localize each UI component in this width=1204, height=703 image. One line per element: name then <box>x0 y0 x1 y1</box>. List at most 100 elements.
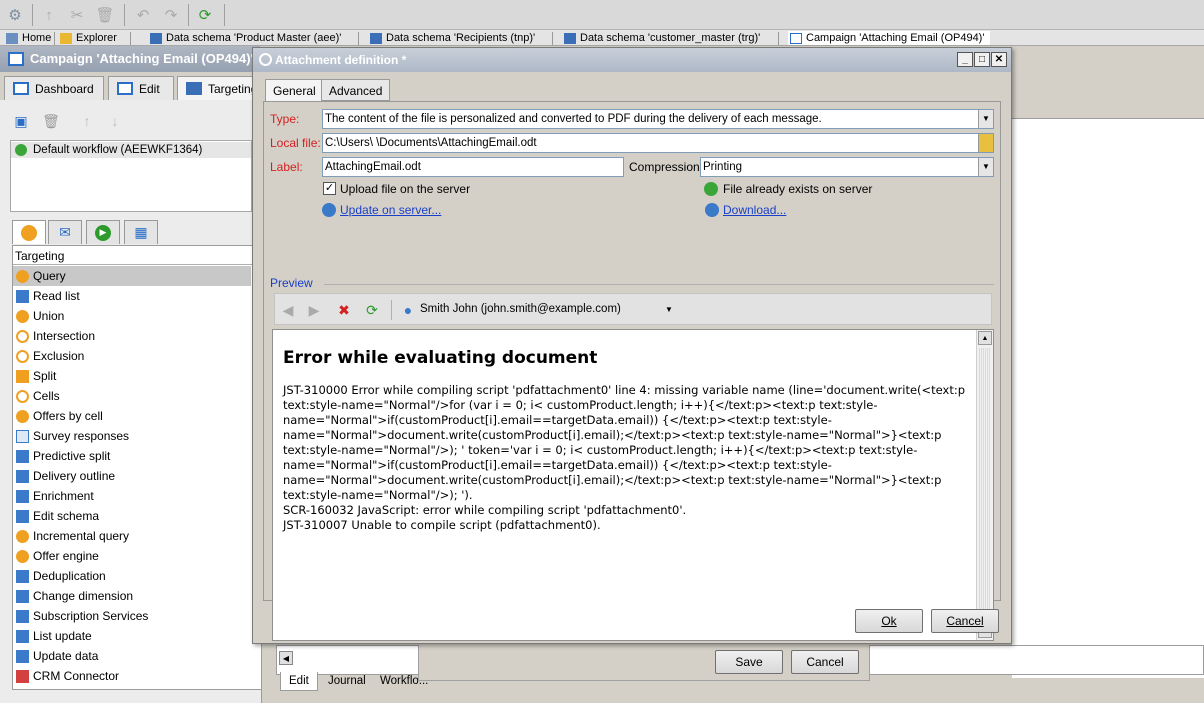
activity-exclusion[interactable]: Exclusion <box>13 346 251 366</box>
activity-label: Cells <box>33 389 60 403</box>
tab-separator <box>358 32 359 45</box>
activity-offer-engine[interactable]: Offer engine <box>13 546 251 566</box>
cancel-button[interactable]: Cancel <box>791 650 859 674</box>
compression-label: Compression: <box>629 160 704 174</box>
delete-icon[interactable]: 🗑 <box>94 4 116 26</box>
local-file-field[interactable]: C:\Users\ \Documents\AttachingEmail.odt <box>322 133 994 153</box>
upload-checkbox-label: Upload file on the server <box>340 182 471 196</box>
activity-read-list[interactable]: Read list <box>13 286 251 306</box>
download-link[interactable]: Download... <box>723 203 786 217</box>
move-icon[interactable]: ↑ <box>38 4 60 26</box>
enrichment-icon <box>16 490 29 503</box>
redo-icon[interactable]: ↷ <box>160 4 182 26</box>
activity-union[interactable]: Union <box>13 306 251 326</box>
activity-label: Offer engine <box>33 549 99 563</box>
tab-general[interactable]: General <box>265 79 324 102</box>
next-icon[interactable]: ▶ <box>305 301 323 319</box>
tab-advanced[interactable]: Advanced <box>321 79 391 101</box>
tab-explorer[interactable]: Explorer <box>58 31 117 45</box>
activity-list-update[interactable]: List update <box>13 626 251 646</box>
activity-delivery-outline[interactable]: Delivery outline <box>13 466 251 486</box>
scroll-up-icon[interactable]: ▲ <box>978 331 992 345</box>
error-line: name="Normal">if(customProduct[i].email=… <box>283 413 832 427</box>
toolbar-separator <box>224 4 225 26</box>
campaign-title: Campaign 'Attaching Email (OP494)' <box>30 51 254 66</box>
activity-change-dimension[interactable]: Change dimension <box>13 586 251 606</box>
activity-split[interactable]: Split <box>13 366 251 386</box>
activity-incremental-query[interactable]: Incremental query <box>13 526 251 546</box>
activity-intersection[interactable]: Intersection <box>13 326 251 346</box>
folder-icon[interactable] <box>978 134 993 152</box>
bottom-tab-journal[interactable]: Journal <box>320 672 374 691</box>
activity-subscription-services[interactable]: Subscription Services <box>13 606 251 626</box>
activity-deduplication[interactable]: Deduplication <box>13 566 251 586</box>
compression-select[interactable]: Printing ▼ <box>700 157 994 177</box>
tab-schema-customer-master[interactable]: Data schema 'customer_master (trg)' <box>562 31 760 45</box>
tab-edit[interactable]: Edit <box>108 76 174 100</box>
activity-update-data[interactable]: Update data <box>13 646 251 666</box>
tab-label: Campaign 'Attaching Email (OP494)' <box>806 32 985 44</box>
activity-query[interactable]: Query <box>13 266 251 286</box>
add-workflow-icon[interactable]: ▣ <box>12 112 30 130</box>
refresh-icon[interactable]: ⟳ <box>363 301 381 319</box>
tab-label: Journal <box>328 675 366 687</box>
tab-campaign[interactable]: Campaign 'Attaching Email (OP494)' <box>788 31 991 45</box>
close-preview-icon[interactable]: ✖ <box>335 301 353 319</box>
save-button[interactable]: Save <box>715 650 783 674</box>
upload-checkbox[interactable]: ✓ <box>323 182 336 195</box>
move-up-icon[interactable]: ↑ <box>78 112 96 130</box>
compression-value: Printing <box>703 161 742 173</box>
scrollbar-thumb[interactable] <box>979 348 991 620</box>
palette-tab-deliveries[interactable]: ✉ <box>48 220 82 244</box>
maximize-icon[interactable]: □ <box>974 52 990 67</box>
activity-cells[interactable]: Cells <box>13 386 251 406</box>
type-select[interactable]: The content of the file is personalized … <box>322 109 994 129</box>
undo-icon[interactable]: ↶ <box>132 4 154 26</box>
dialog-title-bar[interactable]: Attachment definition * _ □ ✕ <box>253 48 1011 72</box>
ok-button[interactable]: Ok <box>855 609 923 633</box>
activity-label: Subscription Services <box>33 609 149 623</box>
palette-tab-targeting[interactable] <box>12 220 46 244</box>
activity-crm-connector[interactable]: CRM Connector <box>13 666 251 686</box>
chevron-down-icon[interactable]: ▼ <box>978 110 993 128</box>
activity-offers-by-cell[interactable]: Offers by cell <box>13 406 251 426</box>
palette-tab-flow-control[interactable]: ▶ <box>86 220 120 244</box>
activity-label: List update <box>33 629 92 643</box>
activity-edit-schema[interactable]: Edit schema <box>13 506 251 526</box>
workflow-item[interactable]: Default workflow (AEEWKF1364) <box>11 142 251 158</box>
activity-label: Predictive split <box>33 449 111 463</box>
tab-schema-product-master[interactable]: Data schema 'Product Master (aee)' <box>148 31 341 45</box>
recipient-select[interactable]: Smith John (john.smith@example.com) <box>420 303 621 315</box>
delete-icon[interactable]: 🗑 <box>42 112 60 130</box>
activity-survey-responses[interactable]: Survey responses <box>13 426 251 446</box>
vertical-scrollbar[interactable]: ▲ ▼ <box>976 330 993 640</box>
label-field[interactable]: AttachingEmail.odt <box>322 157 624 177</box>
targeting-icon <box>21 224 37 241</box>
list-update-icon <box>16 630 29 643</box>
download-icon <box>705 203 719 217</box>
incremental-query-icon <box>16 530 29 543</box>
chevron-down-icon[interactable]: ▼ <box>978 158 993 176</box>
chevron-down-icon[interactable]: ▼ <box>665 305 673 314</box>
bottom-tab-edit[interactable]: Edit <box>280 672 318 691</box>
tab-dashboard[interactable]: Dashboard <box>4 76 104 100</box>
local-file-value: C:\Users\ \Documents\AttachingEmail.odt <box>325 137 537 149</box>
button-label: Save <box>735 655 763 669</box>
update-on-server-link[interactable]: Update on server... <box>340 203 441 217</box>
workflow-list: Default workflow (AEEWKF1364) <box>10 140 252 212</box>
tab-targeting[interactable]: Targeting <box>177 76 257 100</box>
move-down-icon[interactable]: ↓ <box>106 112 124 130</box>
tab-home[interactable]: Home <box>4 31 51 45</box>
tab-schema-recipients[interactable]: Data schema 'Recipients (tnp)' <box>368 31 535 45</box>
dialog-cancel-button[interactable]: Cancel <box>931 609 999 633</box>
cut-icon[interactable]: ✂ <box>66 4 88 26</box>
new-user-icon[interactable]: ⚙ <box>4 4 26 26</box>
close-icon[interactable]: ✕ <box>991 52 1007 67</box>
refresh-icon[interactable]: ⟳ <box>194 4 216 26</box>
activity-predictive-split[interactable]: Predictive split <box>13 446 251 466</box>
scroll-left-icon[interactable]: ◀ <box>279 651 293 665</box>
activity-enrichment[interactable]: Enrichment <box>13 486 251 506</box>
minimize-icon[interactable]: _ <box>957 52 973 67</box>
palette-tab-tools[interactable]: ▦ <box>124 220 158 244</box>
previous-icon[interactable]: ◀ <box>279 301 297 319</box>
